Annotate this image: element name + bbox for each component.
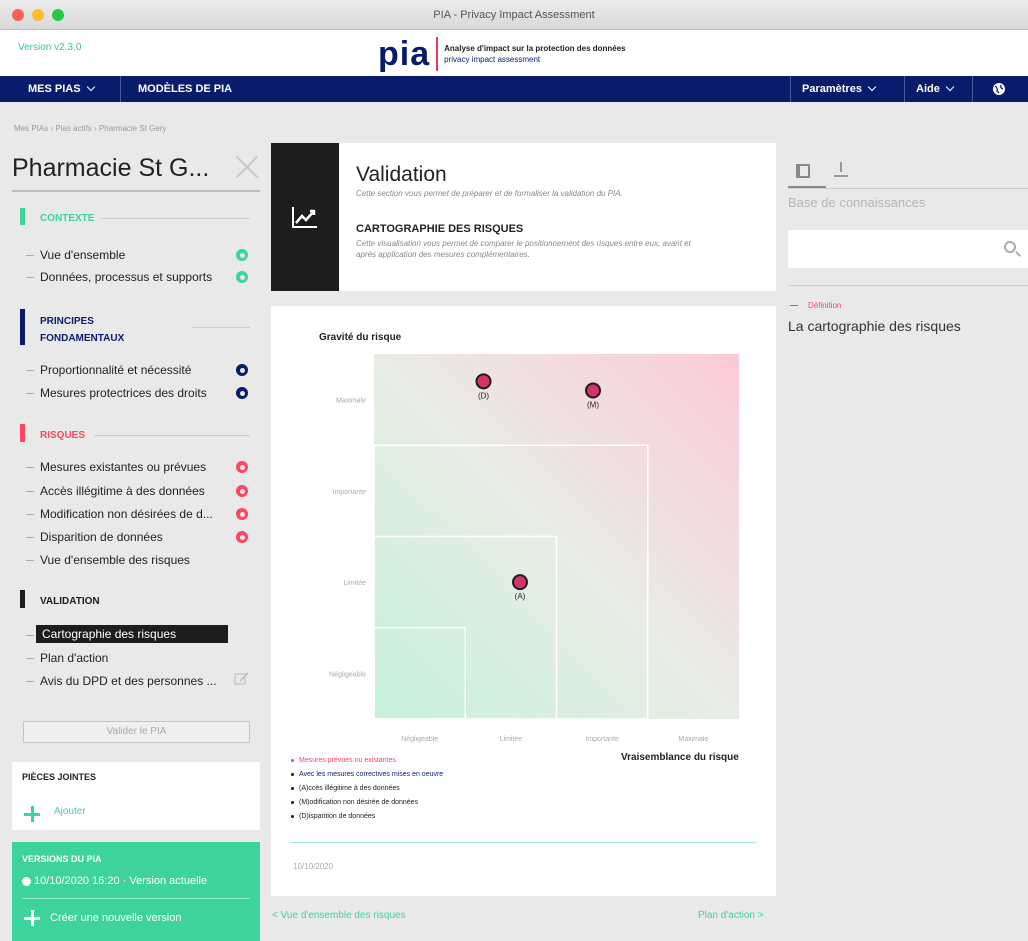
risk-map-chart: Négligeable Limitée Importante Maximale Nég… — [329, 354, 739, 743]
risk-point[interactable] — [585, 382, 601, 399]
window-title: PIA - Privacy Impact Assessment — [433, 9, 595, 21]
gear-icon — [236, 485, 248, 497]
nav-modeles[interactable]: MODÈLES DE PIA — [138, 76, 232, 102]
chevron-down-icon — [86, 82, 95, 92]
legend-item: Avec les mesures correctives mises en oe… — [291, 768, 443, 782]
version-label: Version v2.3.0 — [18, 42, 82, 53]
section-title: Validation — [356, 163, 447, 186]
knowledge-base-title: Base de connaissances — [788, 195, 926, 210]
chevron-down-icon — [867, 82, 877, 92]
nav-cartographie-active[interactable]: Cartographie des risques — [36, 625, 228, 643]
validate-pia-button[interactable]: Valider le PIA — [23, 721, 250, 743]
x-tick-label: Maximale — [678, 736, 708, 743]
section-contexte[interactable]: CONTEXTE — [40, 213, 94, 224]
gear-icon — [236, 249, 248, 261]
next-section-link[interactable]: Plan d'action > — [698, 910, 764, 921]
card-date: 10/10/2020 — [293, 862, 334, 871]
definition-text[interactable]: La cartographie des risques — [788, 318, 961, 334]
nav-aide[interactable]: Aide — [916, 76, 955, 102]
nav-mes-pias[interactable]: MES PIAS — [28, 76, 95, 102]
create-version-button[interactable]: Créer une nouvelle version — [50, 912, 181, 924]
trending-up-icon — [292, 207, 317, 228]
pia-logo[interactable]: pia Analyse d'impact sur la protection d… — [378, 35, 626, 73]
chart-legend: Mesures prévues ou existantes Avec les m… — [291, 754, 443, 824]
legend-item: (D)isparition de données — [291, 810, 443, 824]
knowledge-search-input[interactable] — [788, 230, 1028, 268]
logo-text: pia — [378, 35, 431, 73]
section-description: Cette section vous permet de préparer et… — [356, 189, 623, 198]
section-risques[interactable]: RISQUES — [40, 430, 85, 441]
app-header: Version v2.3.0 pia Analyse d'impact sur … — [0, 30, 1028, 76]
risk-point-label: (A) — [515, 592, 526, 601]
attachments-title: PIÈCES JOINTES — [22, 772, 97, 782]
risk-point-label: (D) — [478, 391, 489, 400]
gear-icon — [236, 461, 248, 473]
pia-title: Pharmacie St G... — [12, 154, 210, 182]
gear-icon — [236, 364, 248, 376]
legend-item: (M)odification non désirée de données — [291, 796, 443, 810]
search-icon[interactable] — [1004, 241, 1016, 253]
gear-icon — [236, 271, 248, 283]
subsection-description: Cette visualisation vous permet de compa… — [356, 239, 691, 259]
section-principes[interactable]: PRINCIPES FONDAMENTAUX — [40, 313, 124, 347]
y-tick-label: Limitée — [343, 580, 366, 587]
risk-map-card: Gravité du risque Négligeable Limitée Impo… — [271, 306, 776, 896]
download-icon[interactable] — [834, 162, 848, 178]
close-icon[interactable] — [232, 152, 262, 182]
principes-bar — [20, 309, 25, 345]
definition-tag: Définition — [808, 301, 842, 310]
plus-icon — [24, 910, 40, 926]
window-titlebar: PIA - Privacy Impact Assessment — [0, 0, 1028, 30]
x-tick-label: Négligeable — [401, 736, 438, 743]
section-header-card: Validation Cette section vous permet de … — [271, 143, 776, 291]
subsection-title: CARTOGRAPHIE DES RISQUES — [356, 223, 524, 235]
risk-point[interactable] — [475, 373, 492, 390]
contexte-bar — [20, 208, 25, 225]
versions-title: VERSIONS DU PIA — [22, 854, 102, 864]
logo-tagline: Analyse d'impact sur la protection des d… — [444, 44, 626, 53]
gear-icon — [236, 387, 248, 399]
main-nav: MES PIAS MODÈLES DE PIA Paramètres Aide — [0, 76, 1028, 102]
section-icon-box — [271, 143, 339, 291]
current-version[interactable]: 10/10/2020 16:20 · Version actuelle — [34, 875, 207, 887]
nav-language[interactable] — [992, 76, 1006, 102]
gear-icon — [236, 508, 248, 520]
validation-bar — [20, 590, 25, 608]
chart-xlabel: Vraisemblance du risque — [621, 752, 739, 763]
y-tick-label: Importante — [333, 489, 367, 496]
section-validation[interactable]: VALIDATION — [40, 596, 100, 607]
risk-point-label: (M) — [587, 401, 599, 410]
nav-parametres[interactable]: Paramètres — [802, 76, 877, 102]
legend-item: (A)ccès illégitime à des données — [291, 782, 443, 796]
current-version-dot — [22, 877, 31, 886]
plus-icon — [24, 806, 40, 822]
edit-icon — [234, 672, 249, 685]
breadcrumb: Mes PIAs › Pias actifs › Pharmacie St Ge… — [14, 124, 167, 133]
chevron-down-icon — [945, 82, 955, 92]
risques-bar — [20, 424, 25, 442]
book-icon[interactable] — [796, 164, 810, 178]
attachments-panel: PIÈCES JOINTES Ajouter — [12, 762, 260, 830]
y-tick-label: Maximale — [336, 398, 366, 405]
globe-icon — [993, 83, 1005, 95]
logo-subtagline: privacy impact assessment — [444, 55, 541, 64]
logo-separator — [436, 37, 439, 71]
legend-item: Mesures prévues ou existantes — [291, 754, 443, 768]
y-tick-label: Négligeable — [329, 671, 366, 678]
risk-point[interactable] — [512, 574, 528, 591]
x-tick-label: Limitée — [500, 736, 523, 743]
prev-section-link[interactable]: < Vue d'ensemble des risques — [272, 910, 406, 921]
versions-panel: VERSIONS DU PIA 10/10/2020 16:20 · Versi… — [12, 842, 260, 941]
add-attachment-button[interactable]: Ajouter — [54, 806, 86, 817]
x-tick-label: Importante — [585, 736, 619, 743]
gear-icon — [236, 531, 248, 543]
